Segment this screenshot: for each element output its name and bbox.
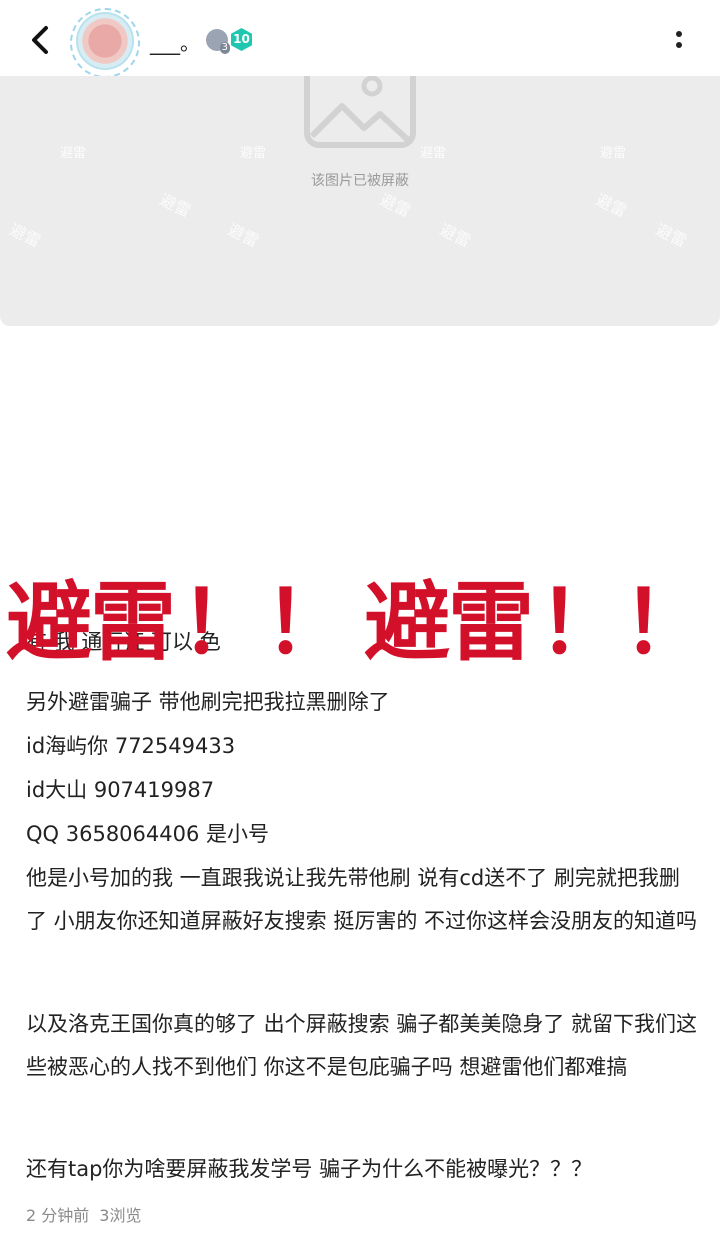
watermark: 避雷 <box>60 146 87 161</box>
watermark: 避雷 <box>240 146 267 161</box>
post-paragraph: 还有tap你为啥要屏蔽我发学号 骗子为什么不能被曝光？？？ <box>26 1157 593 1181</box>
username[interactable]: ___。 <box>150 27 200 56</box>
post-paragraph: id海屿你 772549433 <box>26 734 236 758</box>
banner-word: 避雷 <box>364 573 534 673</box>
more-dots-icon[interactable] <box>670 22 690 58</box>
post-paragraph: 他是小号加的我 一直跟我说让我先带他刷 说有cd送不了 刷完就把我删了 小朋友你… <box>26 866 698 933</box>
medal-count: 3 <box>219 42 230 54</box>
blocked-notice: 该图片已被屏蔽 <box>311 173 409 189</box>
watermark: 避雷 <box>592 189 630 221</box>
watermark: 避雷 <box>420 146 447 161</box>
watermark: 避雷 <box>156 189 194 221</box>
post-paragraph: QQ 3658064406 是小号 <box>26 822 270 846</box>
warning-banner: 避雷 ！！ 避雷 ！！ <box>6 578 716 668</box>
post-time: 2 分钟前 <box>26 1206 90 1225</box>
post-paragraph: 以及洛克王国你真的够了 出个屏蔽搜索 骗子都美美隐身了 就留下我们这些被恶心的人… <box>26 1012 698 1079</box>
watermark: 避雷 <box>224 219 262 251</box>
view-count: 3浏览 <box>99 1206 142 1225</box>
watermark: 避雷 <box>376 189 414 221</box>
watermark: 避雷 <box>436 219 474 251</box>
banner-marks: ！！ <box>538 573 708 673</box>
medal-badge: 3 <box>206 29 230 54</box>
top-bar: ___。 3 10 <box>0 0 720 78</box>
watermark: 避雷 <box>652 219 690 251</box>
blocked-image: 该图片已被屏蔽 避雷 避雷 避雷 避雷 避雷 避雷 避雷 避雷 避雷 避雷 避雷 <box>0 76 720 326</box>
post-paragraph: id大山 907419987 <box>26 778 215 802</box>
watermark: 避雷 <box>600 146 627 161</box>
back-arrow-icon[interactable] <box>22 20 62 60</box>
avatar[interactable] <box>76 12 134 70</box>
post-meta: 2 分钟前 3浏览 <box>26 1202 151 1226</box>
banner-word: 避雷 <box>6 573 176 673</box>
level-badge: 10 <box>231 28 252 51</box>
watermark: 避雷 <box>6 219 44 251</box>
banner-marks: ！！ <box>180 573 350 673</box>
post-paragraph: 另外避雷骗子 带他刷完把我拉黑删除了 <box>26 690 390 714</box>
image-placeholder-icon <box>304 76 416 148</box>
